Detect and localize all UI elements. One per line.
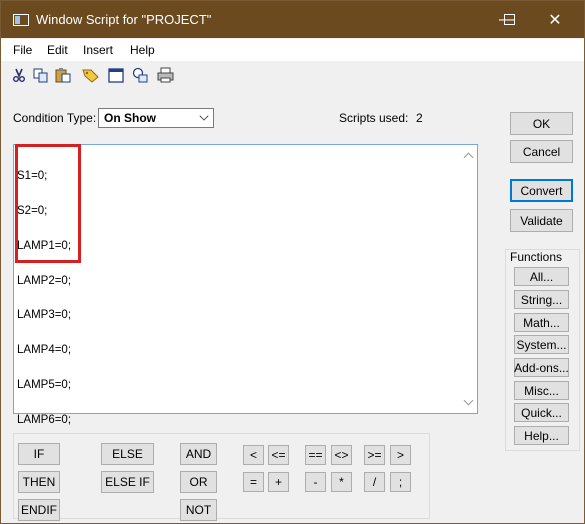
assign-button[interactable]: = [243, 472, 264, 492]
then-button[interactable]: THEN [18, 471, 60, 493]
ok-button[interactable]: OK [510, 112, 573, 135]
highlight-box [15, 144, 81, 263]
scroll-down-icon[interactable] [463, 395, 474, 406]
paste-icon[interactable] [55, 67, 72, 83]
script-editor[interactable]: S1=0; S2=0; LAMP1=0; LAMP2=0; LAMP3=0; L… [13, 144, 478, 425]
tag-icon[interactable] [82, 67, 99, 83]
code-line: LAMP3=0; [17, 309, 72, 322]
graphic-icon[interactable] [132, 67, 149, 83]
greater-than-button[interactable]: > [390, 445, 411, 465]
validate-button[interactable]: Validate [510, 209, 573, 232]
scripts-used-count: 2 [416, 111, 423, 125]
chevron-down-icon [199, 111, 209, 121]
code-line: LAMP5=0; [17, 378, 72, 391]
code-line: LAMP4=0; [17, 344, 72, 357]
print-icon[interactable] [157, 67, 174, 83]
functions-title: Functions [510, 250, 563, 264]
multiply-button[interactable]: * [331, 472, 352, 492]
code-line: LAMP6=0; [17, 413, 72, 426]
less-than-button[interactable]: < [243, 445, 264, 465]
menu-file[interactable]: File [13, 43, 32, 57]
menu-insert[interactable]: Insert [83, 43, 113, 57]
close-button[interactable]: ✕ [532, 1, 578, 38]
condition-type-value: On Show [104, 111, 156, 125]
endif-button[interactable]: ENDIF [18, 499, 60, 521]
scripts-used-label: Scripts used: [339, 111, 409, 125]
equals-button[interactable]: == [305, 445, 326, 465]
functions-addons-button[interactable]: Add-ons... [514, 358, 569, 377]
if-button[interactable]: IF [18, 443, 60, 465]
menu-help[interactable]: Help [130, 43, 155, 57]
and-button[interactable]: AND [180, 443, 217, 465]
minus-button[interactable]: - [305, 472, 326, 492]
title-bar[interactable]: Window Script for "PROJECT" — ✕ [1, 1, 584, 38]
scissors-icon[interactable] [10, 67, 27, 83]
less-equal-button[interactable]: <= [268, 445, 289, 465]
cancel-button[interactable]: Cancel [510, 140, 573, 163]
not-button[interactable]: NOT [180, 499, 217, 521]
or-button[interactable]: OR [180, 471, 217, 493]
condition-type-select[interactable]: On Show [98, 108, 214, 128]
functions-string-button[interactable]: String... [514, 290, 569, 309]
condition-type-label: Condition Type: [13, 111, 97, 125]
menu-edit[interactable]: Edit [47, 43, 68, 57]
functions-quick-button[interactable]: Quick... [514, 403, 569, 422]
functions-math-button[interactable]: Math... [514, 313, 569, 332]
scroll-up-icon[interactable] [463, 152, 474, 163]
semicolon-button[interactable]: ; [390, 472, 411, 492]
plus-button[interactable]: + [268, 472, 289, 492]
not-equal-button[interactable]: <> [331, 445, 352, 465]
copy-icon[interactable] [32, 67, 49, 83]
functions-help-button[interactable]: Help... [514, 426, 569, 445]
greater-equal-button[interactable]: >= [364, 445, 385, 465]
divide-button[interactable]: / [364, 472, 385, 492]
functions-misc-button[interactable]: Misc... [514, 381, 569, 400]
else-button[interactable]: ELSE [101, 443, 154, 465]
editor-scrollbar[interactable] [460, 145, 477, 413]
functions-system-button[interactable]: System... [514, 335, 569, 354]
else-if-button[interactable]: ELSE IF [101, 471, 154, 493]
functions-all-button[interactable]: All... [514, 267, 569, 286]
window-icon[interactable] [107, 67, 124, 83]
app-icon [13, 14, 29, 26]
code-line: LAMP2=0; [17, 274, 72, 287]
convert-button[interactable]: Convert [510, 179, 573, 202]
maximize-icon [503, 14, 515, 25]
script-window: Window Script for "PROJECT" — ✕ File Edi… [0, 0, 585, 524]
window-title: Window Script for "PROJECT" [36, 12, 212, 27]
maximize-button[interactable] [486, 1, 532, 38]
menu-bar: File Edit Insert Help [1, 39, 584, 61]
